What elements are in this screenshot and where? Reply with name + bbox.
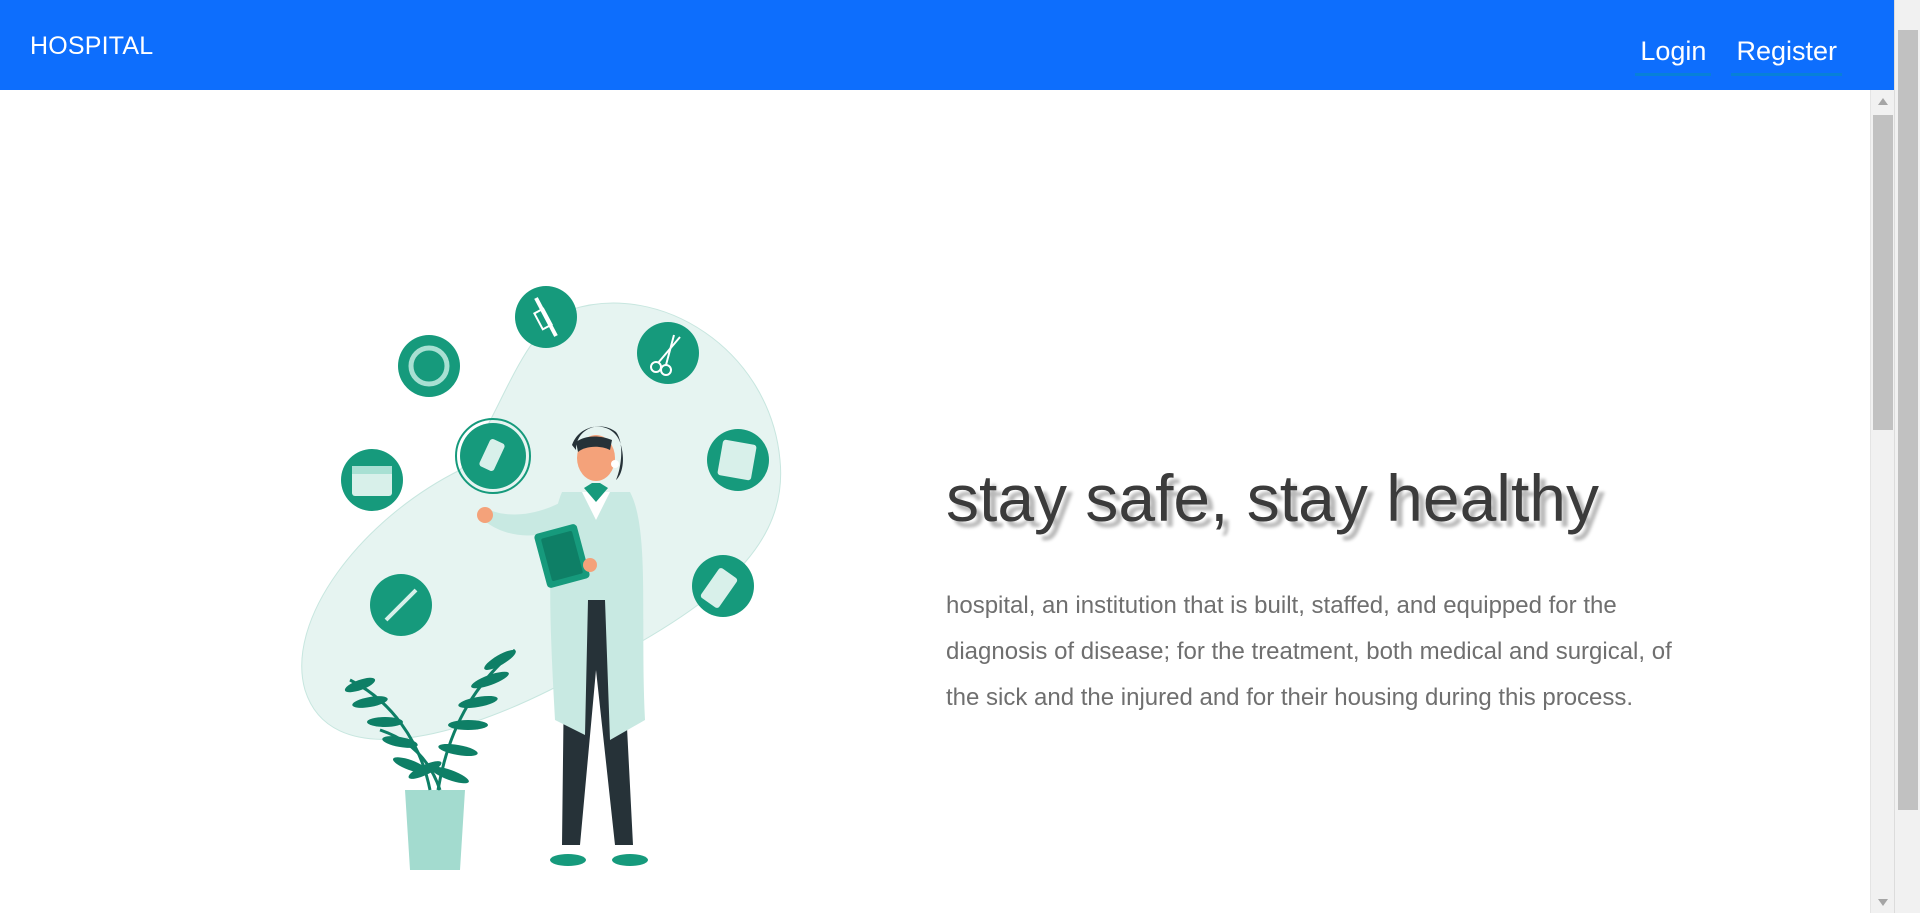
login-link[interactable]: Login bbox=[1635, 30, 1712, 76]
pill-pack-icon bbox=[692, 555, 754, 617]
page-scrollbar[interactable] bbox=[1894, 0, 1920, 913]
brand-logo-text[interactable]: HOSPITAL bbox=[30, 31, 153, 61]
top-navbar: HOSPITAL Login Register bbox=[0, 0, 1894, 90]
content-scroll-thumb[interactable] bbox=[1873, 115, 1893, 430]
scissors-icon bbox=[637, 322, 699, 384]
pill-bottle-icon bbox=[455, 418, 531, 494]
register-link[interactable]: Register bbox=[1731, 30, 1842, 76]
syringe-icon bbox=[515, 286, 577, 348]
document-icon bbox=[707, 429, 769, 491]
scroll-up-arrow-icon[interactable] bbox=[1875, 95, 1891, 109]
hero-description: hospital, an institution that is built, … bbox=[946, 592, 1672, 711]
nav-links: Login Register bbox=[1635, 30, 1842, 76]
doctor-illustration bbox=[301, 286, 782, 870]
hero-title: stay safe, stay healthy bbox=[946, 461, 1600, 535]
page-scroll-thumb[interactable] bbox=[1898, 30, 1918, 810]
thermometer-icon bbox=[370, 574, 432, 636]
scroll-down-arrow-icon[interactable] bbox=[1875, 895, 1891, 909]
content-scrollbar[interactable] bbox=[1870, 90, 1894, 913]
ring-icon bbox=[398, 335, 460, 397]
calendar-icon bbox=[341, 449, 403, 511]
